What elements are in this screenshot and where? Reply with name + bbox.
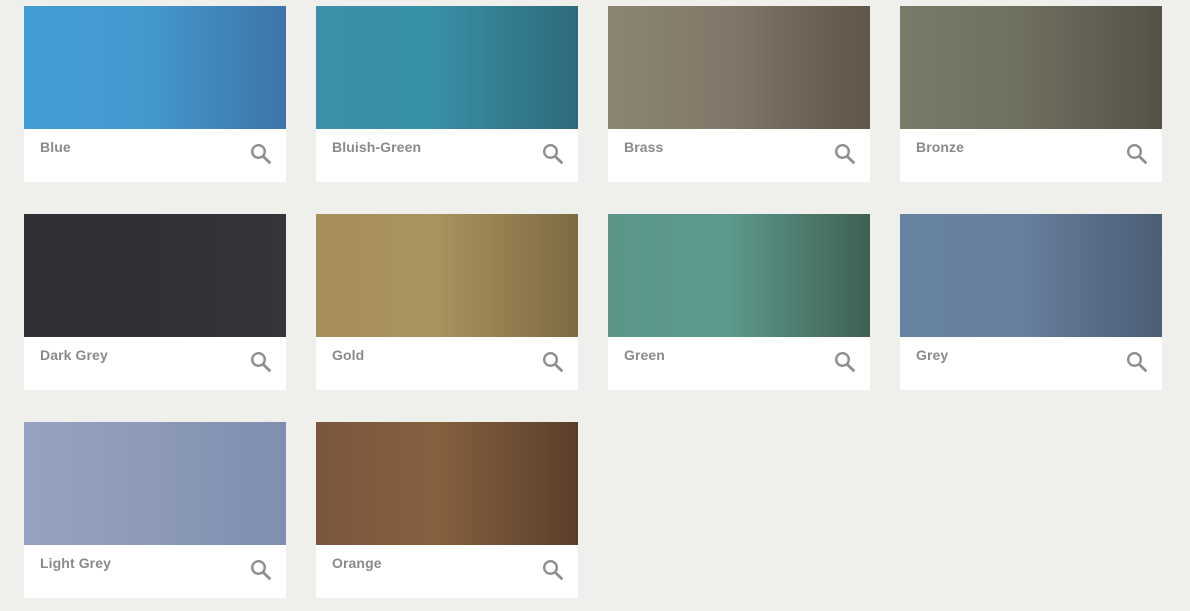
swatch-card[interactable]: Orange <box>316 422 578 598</box>
swatch-card[interactable]: Light Grey <box>24 422 286 598</box>
zoom-icon[interactable] <box>834 351 856 373</box>
swatch-card[interactable]: Green <box>608 214 870 390</box>
swatch-grid: Blue Bluish-Green Brass Bronze Dark Grey Gold… <box>24 6 1162 598</box>
swatch-card[interactable]: Dark Grey <box>24 214 286 390</box>
swatch-label: Grey <box>916 347 949 363</box>
swatch-card[interactable]: Bronze <box>900 6 1162 182</box>
swatch-card[interactable]: Grey <box>900 214 1162 390</box>
swatch-card[interactable]: Bluish-Green <box>316 6 578 182</box>
color-swatch[interactable] <box>316 6 578 129</box>
swatch-label: Orange <box>332 555 382 571</box>
color-swatch[interactable] <box>24 6 286 129</box>
swatch-card[interactable]: Gold <box>316 214 578 390</box>
swatch-card[interactable]: Brass <box>608 6 870 182</box>
zoom-icon[interactable] <box>1126 143 1148 165</box>
zoom-icon[interactable] <box>250 143 272 165</box>
swatch-card[interactable]: Blue <box>24 6 286 182</box>
zoom-icon[interactable] <box>542 351 564 373</box>
swatch-label: Bronze <box>916 139 965 155</box>
color-swatch[interactable] <box>608 214 870 337</box>
zoom-icon[interactable] <box>542 143 564 165</box>
zoom-icon[interactable] <box>1126 351 1148 373</box>
color-swatch[interactable] <box>316 422 578 545</box>
swatch-label: Blue <box>40 139 71 155</box>
swatch-label: Bluish-Green <box>332 139 422 155</box>
zoom-icon[interactable] <box>542 559 564 581</box>
swatch-label: Light Grey <box>40 555 112 571</box>
zoom-icon[interactable] <box>250 351 272 373</box>
swatch-label: Brass <box>624 139 664 155</box>
swatch-label: Green <box>624 347 665 363</box>
color-swatch[interactable] <box>316 214 578 337</box>
zoom-icon[interactable] <box>250 559 272 581</box>
swatch-label: Dark Grey <box>40 347 108 363</box>
color-swatch[interactable] <box>24 422 286 545</box>
color-swatch[interactable] <box>608 6 870 129</box>
swatch-label: Gold <box>332 347 365 363</box>
color-swatch[interactable] <box>900 214 1162 337</box>
color-swatch[interactable] <box>24 214 286 337</box>
zoom-icon[interactable] <box>834 143 856 165</box>
color-swatch[interactable] <box>900 6 1162 129</box>
